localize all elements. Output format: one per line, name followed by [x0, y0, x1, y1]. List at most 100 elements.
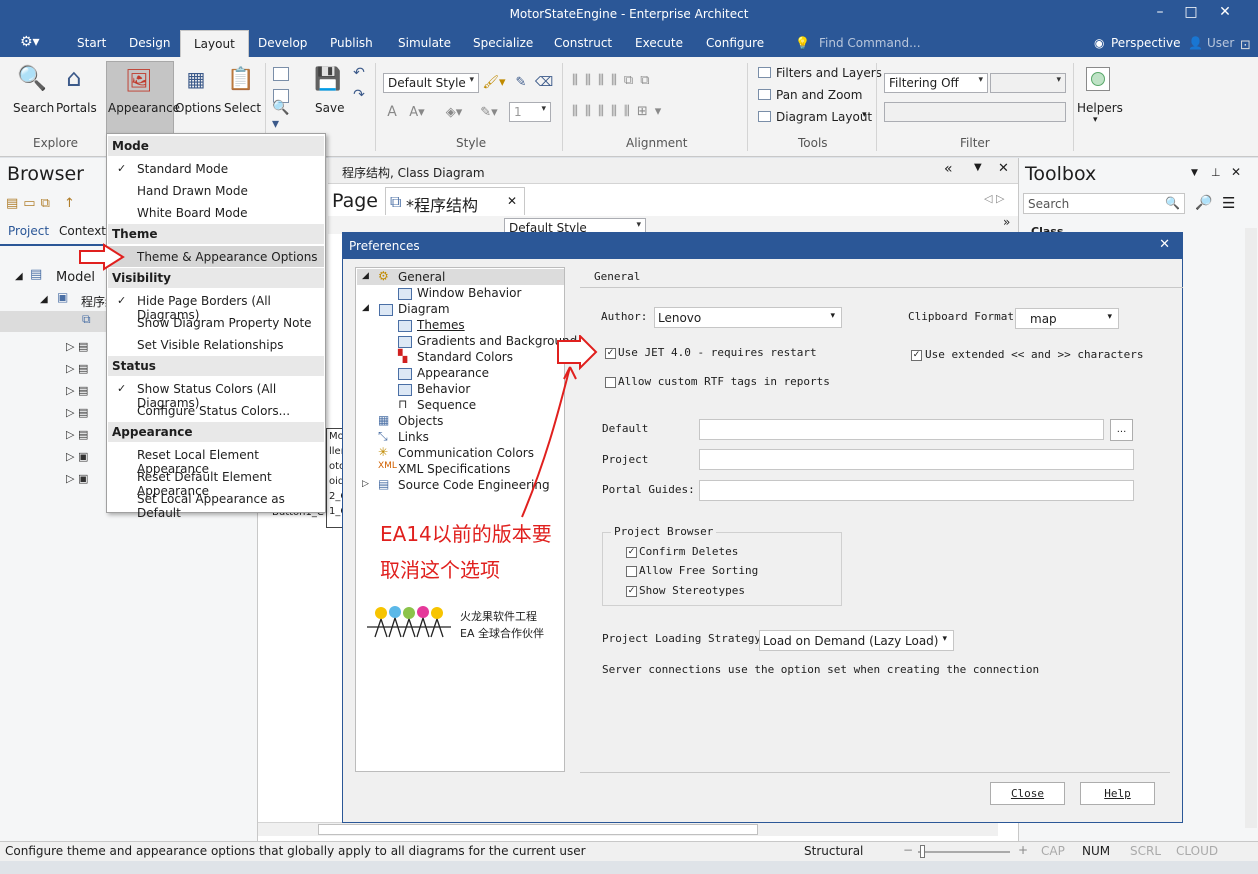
search-button[interactable]: Search — [13, 101, 54, 115]
alignment-icons-row2[interactable]: ⫼⫼⫼⫼⫼⊞▾ — [572, 104, 740, 122]
menu-item-configure-status-colors[interactable]: Configure Status Colors... — [137, 404, 290, 418]
expand-arrow-icon[interactable]: ▷ — [362, 479, 369, 489]
tab-develop[interactable]: Develop — [258, 36, 307, 50]
zoom-slider[interactable] — [918, 845, 1010, 858]
expand-arrow-icon[interactable]: ◢ — [15, 271, 23, 282]
user-button[interactable]: User — [1207, 36, 1234, 50]
menu-item-theme-appearance-options[interactable]: Theme & Appearance Options — [137, 250, 318, 264]
tree-behavior[interactable]: Behavior — [417, 382, 470, 396]
tree-sequence[interactable]: Sequence — [417, 398, 476, 412]
undo-icon[interactable]: ↶ — [351, 65, 367, 81]
tree-themes[interactable]: Themes — [417, 318, 465, 332]
pin-icon[interactable]: ⊥ — [1211, 166, 1221, 179]
font-color-icon[interactable]: A▾ — [404, 103, 430, 121]
menu-item-show-property-note[interactable]: Show Diagram Property Note — [137, 316, 312, 330]
grid-icon[interactable] — [273, 67, 289, 81]
collapse-icon[interactable]: « — [944, 161, 953, 177]
pin-icon[interactable]: ⊡ — [1240, 38, 1251, 53]
tree-general[interactable]: General — [398, 270, 445, 284]
project-directory-field[interactable] — [699, 449, 1134, 470]
browser-toolbar[interactable]: ▤▭⧉ ↑ — [6, 196, 106, 214]
zoom-out-icon[interactable]: − — [903, 843, 913, 857]
pan-and-zoom-button[interactable]: Pan and Zoom — [776, 88, 862, 102]
select-button[interactable]: Select — [224, 101, 261, 115]
save-button[interactable]: Save — [315, 101, 344, 115]
loading-strategy-combo[interactable]: Load on Demand (Lazy Load) ▾ — [759, 630, 954, 651]
menu-item-white-board-mode[interactable]: White Board Mode — [137, 206, 247, 220]
close-icon[interactable]: ✕ — [998, 161, 1009, 176]
tab-configure[interactable]: Configure — [706, 36, 764, 50]
expand-arrow-icon[interactable]: ◢ — [40, 294, 48, 305]
tab-layout[interactable]: Layout — [180, 30, 249, 57]
line-width-combo[interactable]: 1 ▾ — [509, 102, 551, 122]
find-command[interactable]: Find Command... — [819, 36, 921, 50]
tree-xml-specifications[interactable]: XML Specifications — [398, 462, 510, 476]
tab-context[interactable]: Context — [59, 224, 106, 238]
tab-simulate[interactable]: Simulate — [398, 36, 451, 50]
tab-publish[interactable]: Publish — [330, 36, 373, 50]
filter-text-field[interactable] — [884, 102, 1066, 122]
expand-arrow-icon[interactable]: ◢ — [362, 271, 369, 281]
line-color-icon[interactable]: ✎▾ — [476, 103, 502, 121]
tab-specialize[interactable]: Specialize — [473, 36, 533, 50]
alignment-icons-row1[interactable]: ⫼⫼⫼⫼⧉⧉ — [572, 73, 732, 91]
menu-item-set-local-as-default[interactable]: Set Local Appearance as Default — [137, 492, 325, 520]
confirm-deletes-checkbox[interactable]: ✓ — [626, 547, 637, 558]
perspective-button[interactable]: Perspective — [1111, 36, 1181, 50]
tree-window-behavior[interactable]: Window Behavior — [417, 286, 521, 300]
allow-free-sorting-checkbox[interactable] — [626, 566, 637, 577]
options-button[interactable]: Options — [175, 101, 221, 115]
browse-button[interactable]: ... — [1110, 419, 1133, 441]
tree-appearance[interactable]: Appearance — [417, 366, 489, 380]
appearance-button[interactable]: Appearance — [108, 101, 180, 115]
tab-page[interactable]: Page — [332, 190, 378, 212]
close-icon[interactable]: ✕ — [1231, 165, 1241, 179]
tab-design[interactable]: Design — [129, 36, 170, 50]
tree-diagram[interactable]: Diagram — [398, 302, 450, 316]
redo-icon[interactable]: ↷ — [351, 87, 367, 103]
tab-project[interactable]: Project — [8, 224, 49, 238]
tab-execute[interactable]: Execute — [635, 36, 683, 50]
menu-item-standard-mode[interactable]: Standard Mode — [137, 162, 228, 176]
vertical-scrollbar[interactable] — [1245, 228, 1257, 828]
default-directory-field[interactable] — [699, 419, 1104, 440]
eyedropper-icon[interactable]: ✎ — [512, 73, 530, 91]
zoom-icon[interactable]: 🔍▾ — [272, 100, 296, 132]
tab-start[interactable]: Start — [77, 36, 106, 50]
portals-button[interactable]: Portals — [56, 101, 97, 115]
menu-item-set-visible-relationships[interactable]: Set Visible Relationships — [137, 338, 283, 352]
scroll-tabs-icon[interactable]: ◁ ▷ — [984, 192, 1004, 205]
filters-and-layers-button[interactable]: Filters and Layers — [776, 66, 882, 80]
tree-objects[interactable]: Objects — [398, 414, 443, 428]
use-extended-checkbox[interactable]: ✓ — [911, 350, 922, 361]
help-button[interactable]: Help — [1080, 782, 1155, 805]
minimize-icon[interactable]: – — [1145, 4, 1175, 26]
tree-links[interactable]: Links — [398, 430, 429, 444]
expand-arrow-icon[interactable]: ◢ — [362, 303, 369, 313]
close-icon[interactable]: ✕ — [1159, 237, 1170, 252]
close-icon[interactable]: ✕ — [507, 194, 517, 208]
portal-guides-field[interactable] — [699, 480, 1134, 501]
style-combo[interactable]: Default Style ▾ — [383, 73, 479, 93]
horizontal-scrollbar[interactable] — [258, 822, 998, 836]
filtering-combo[interactable]: Filtering Off ▾ — [884, 73, 988, 93]
tab-diagram[interactable]: ⧉ *程序结构 ✕ — [385, 187, 525, 215]
toolbox-search-input[interactable]: Search 🔍 — [1023, 193, 1185, 214]
show-stereotypes-checkbox[interactable]: ✓ — [626, 586, 637, 597]
tab-construct[interactable]: Construct — [554, 36, 612, 50]
format-painter-icon[interactable]: 🖌▾ — [481, 73, 507, 91]
font-icon[interactable]: A — [383, 103, 401, 121]
diagram-layout-button[interactable]: Diagram Layout — [776, 110, 872, 124]
chevron-down-icon[interactable]: ▼ — [1191, 168, 1198, 178]
fill-color-icon[interactable]: ◈▾ — [441, 103, 467, 121]
find-icon[interactable]: 🔎 — [1195, 195, 1212, 211]
zoom-in-icon[interactable]: + — [1018, 843, 1028, 857]
hamburger-icon[interactable]: ☰ — [1222, 194, 1235, 212]
eraser-icon[interactable]: ⌫ — [535, 73, 553, 91]
tree-children[interactable]: ▷ ▤ ▷ ▤ ▷ ▤ ▷ ▤ ▷ ▤ ▷ ▣ ▷ ▣ — [66, 336, 106, 486]
author-combo[interactable]: Lenovo ▾ — [654, 307, 842, 328]
more-icon[interactable]: » — [1003, 215, 1010, 229]
maximize-icon[interactable]: □ — [1176, 4, 1206, 26]
tree-communication-colors[interactable]: Communication Colors — [398, 446, 534, 460]
chevron-down-icon[interactable]: ▼ — [974, 162, 982, 173]
